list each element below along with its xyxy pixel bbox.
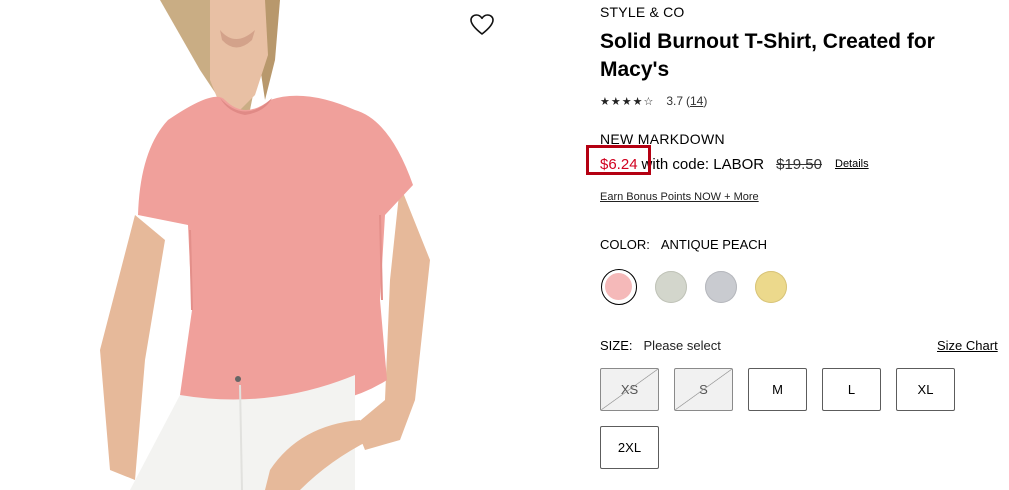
product-title: Solid Burnout T-Shirt, Created for Macy'…	[600, 30, 935, 81]
price-details-link[interactable]: Details	[835, 158, 869, 170]
review-count-link[interactable]: 14	[690, 94, 703, 108]
product-rating[interactable]: ★★★★☆ 3.7 (14)	[600, 93, 707, 109]
selected-size: Please select	[643, 338, 721, 353]
size-option-label: XL	[917, 382, 934, 397]
original-price: $19.50	[776, 155, 822, 173]
size-option-2xl[interactable]: 2XL	[600, 426, 659, 469]
product-image[interactable]	[100, 0, 500, 490]
size-option-l[interactable]: L	[822, 368, 881, 411]
selected-color: ANTIQUE PEACH	[660, 237, 768, 252]
size-option-label: XS	[620, 382, 639, 397]
review-count-wrapper: (14)	[686, 94, 707, 108]
color-selector-label: COLOR: ANTIQUE PEACH	[600, 237, 767, 252]
swatch-fill	[605, 273, 632, 300]
color-label: COLOR:	[600, 237, 650, 252]
color-swatch-heather-sage[interactable]	[653, 269, 689, 305]
promo-code-text: with code: LABOR	[641, 155, 765, 173]
color-swatch-heather-grey[interactable]	[703, 269, 739, 305]
size-option-label: M	[772, 382, 783, 397]
size-selector-label: SIZE: Please select	[600, 338, 721, 353]
price-highlight-box	[586, 145, 651, 175]
product-brand[interactable]: STYLE & CO	[600, 4, 684, 20]
size-option-xl[interactable]: XL	[896, 368, 955, 411]
size-option-label: L	[847, 382, 856, 397]
color-swatch-yellow[interactable]	[753, 269, 789, 305]
review-count-close: )	[703, 94, 708, 108]
swatch-fill	[655, 271, 687, 303]
model-tshirt-illustration	[100, 0, 500, 490]
swatch-fill	[705, 271, 737, 303]
size-option-xs[interactable]: XS	[600, 368, 659, 411]
size-option-label: 2XL	[617, 440, 642, 455]
bonus-points-link[interactable]: Earn Bonus Points NOW + More	[600, 191, 759, 203]
color-swatch-antique-peach[interactable]	[601, 269, 637, 305]
heart-outline-icon[interactable]	[468, 11, 496, 39]
rating-value: 3.7	[666, 94, 683, 108]
size-option-label: S	[699, 382, 708, 397]
size-label: SIZE:	[600, 338, 633, 353]
rating-stars-icon: ★★★★☆	[600, 95, 655, 108]
size-chart-link[interactable]: Size Chart	[937, 338, 998, 353]
size-option-m[interactable]: M	[748, 368, 807, 411]
size-option-s[interactable]: S	[674, 368, 733, 411]
swatch-fill	[755, 271, 787, 303]
